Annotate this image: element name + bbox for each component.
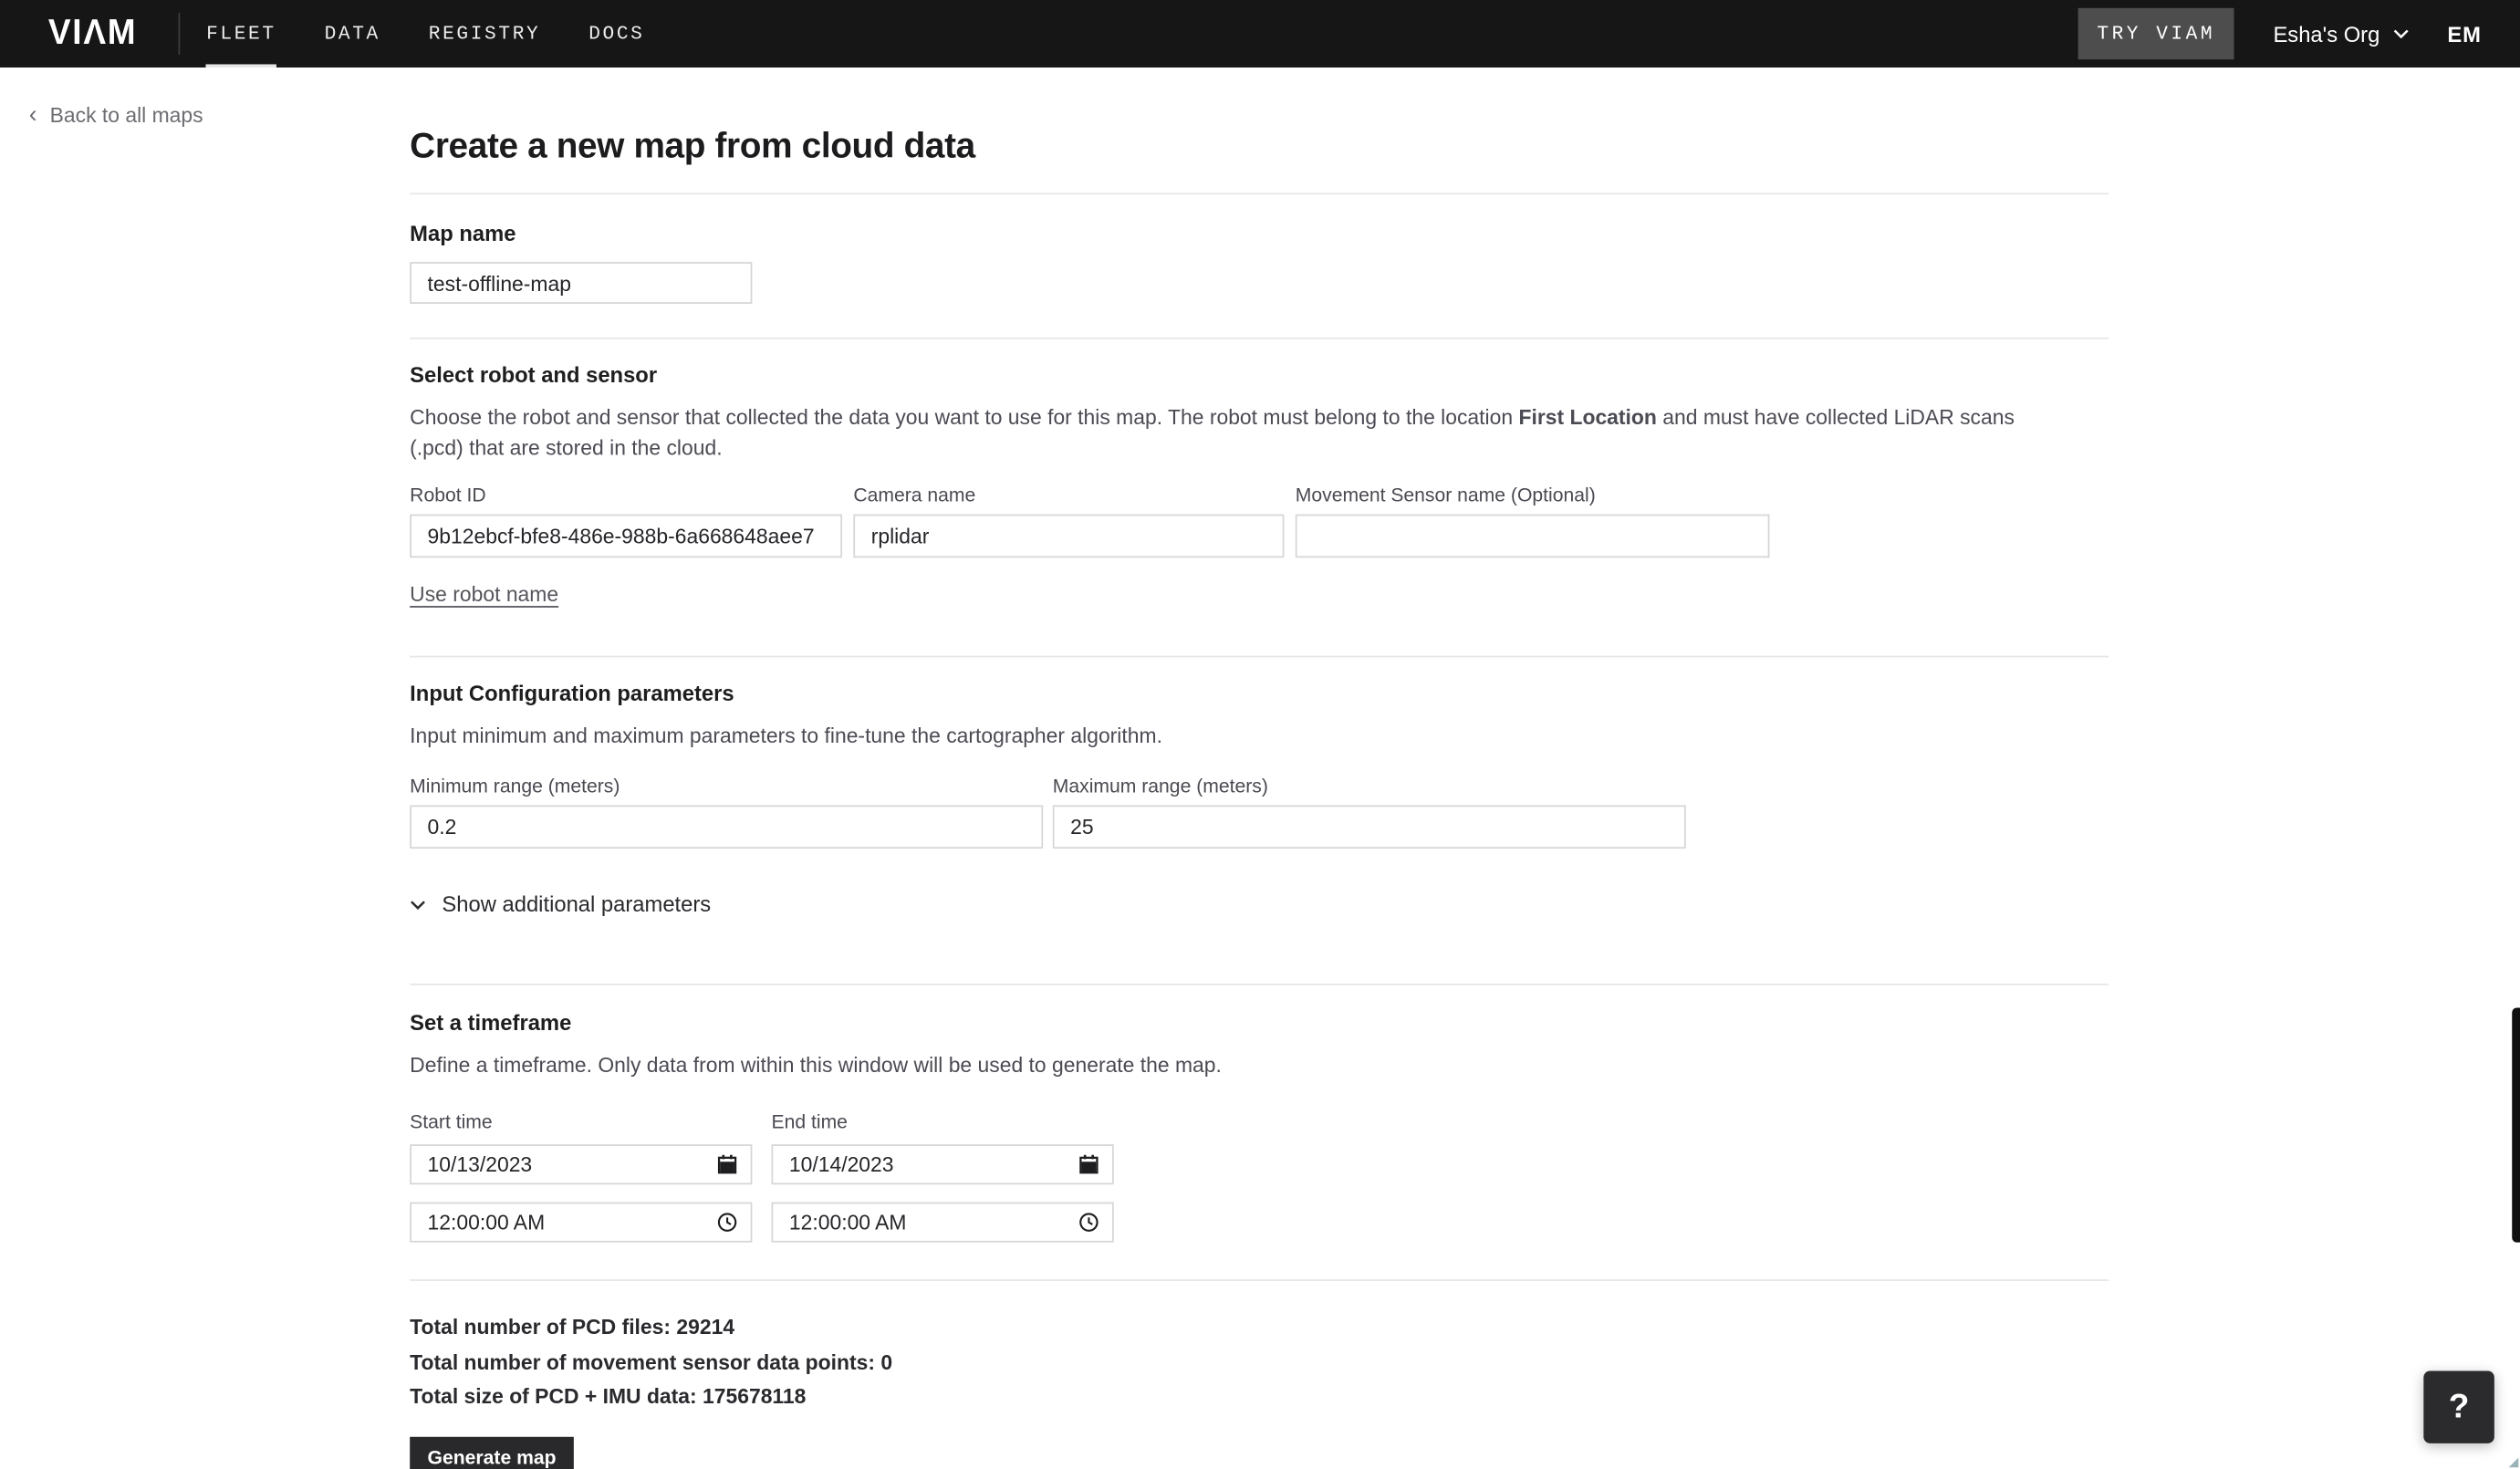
show-additional-label: Show additional parameters <box>442 891 712 917</box>
location-name: First Location <box>1518 404 1657 430</box>
movement-points-total: Total number of movement sensor data poi… <box>410 1349 893 1374</box>
start-date-value: 10/13/2023 <box>427 1151 533 1177</box>
page-title: Create a new map from cloud data <box>410 125 975 166</box>
start-time-value: 12:00:00 AM <box>427 1210 546 1235</box>
calendar-icon[interactable] <box>717 1154 738 1175</box>
max-range-field: Maximum range (meters) <box>1052 775 1686 849</box>
timeframe-section: Set a timeframe Define a timeframe. Only… <box>410 985 2109 1279</box>
max-range-label: Maximum range (meters) <box>1052 775 1268 797</box>
org-name: Esha's Org <box>2273 21 2380 47</box>
nav-items: FLEET DATA REGISTRY DOCS <box>206 16 644 68</box>
scrollbar-thumb[interactable] <box>2512 1007 2520 1243</box>
pcd-files-total: Total number of PCD files: 29214 <box>410 1314 735 1339</box>
user-avatar[interactable]: EM <box>2447 22 2481 46</box>
end-date-input[interactable]: 10/14/2023 <box>771 1144 1114 1185</box>
chevron-left-icon: ‹ <box>28 100 37 129</box>
camera-name-field: Camera name <box>853 484 1285 558</box>
try-viam-button[interactable]: TRY VIAM <box>2077 7 2235 60</box>
back-link-label: Back to all maps <box>49 102 203 128</box>
nav-tab-docs[interactable]: DOCS <box>588 16 644 52</box>
config-section-description: Input minimum and maximum parameters to … <box>410 723 1162 748</box>
movement-sensor-field: Movement Sensor name (Optional) <box>1295 484 1770 558</box>
back-to-maps-link[interactable]: ‹ Back to all maps <box>29 103 203 127</box>
max-range-input[interactable] <box>1052 805 1686 849</box>
min-range-field: Minimum range (meters) <box>410 775 1044 849</box>
nav-tab-registry[interactable]: REGISTRY <box>429 16 541 52</box>
robot-section-heading: Select robot and sensor <box>410 363 658 388</box>
min-range-label: Minimum range (meters) <box>410 775 620 797</box>
nav-tab-fleet[interactable]: FLEET <box>206 16 276 68</box>
map-name-input[interactable] <box>410 262 753 304</box>
robot-id-label: Robot ID <box>410 484 486 506</box>
clock-icon[interactable] <box>717 1212 738 1233</box>
end-date-value: 10/14/2023 <box>788 1151 894 1177</box>
time-inputs-row: 12:00:00 AM 12:00:00 AM <box>410 1202 2109 1243</box>
show-additional-params-toggle[interactable]: Show additional parameters <box>410 892 2109 916</box>
timeframe-heading: Set a timeframe <box>410 1010 572 1036</box>
description-text: Choose the robot and sensor that collect… <box>410 404 1519 430</box>
create-map-page: VIΛM FLEET DATA REGISTRY DOCS TRY VIAM E… <box>0 0 2520 1469</box>
date-inputs-row: 10/13/2023 10/14/2023 <box>410 1144 2109 1185</box>
robot-sensor-section: Select robot and sensor Choose the robot… <box>410 339 2109 656</box>
camera-name-label: Camera name <box>853 484 976 506</box>
viam-logo[interactable]: VIΛM <box>48 14 137 54</box>
chevron-down-icon <box>2393 29 2409 39</box>
timeframe-labels-row: Start time End time <box>410 1110 2109 1133</box>
timeframe-description: Define a timeframe. Only data from withi… <box>410 1052 1222 1078</box>
generate-map-button[interactable]: Generate map <box>410 1435 574 1469</box>
robot-fields-row: Robot ID Camera name Movement Sensor nam… <box>410 484 2109 558</box>
robot-id-input[interactable] <box>410 514 843 558</box>
movement-sensor-label: Movement Sensor name (Optional) <box>1295 484 1596 506</box>
main-content: Create a new map from cloud data Map nam… <box>410 125 2109 1469</box>
camera-name-input[interactable] <box>853 514 1285 558</box>
robot-section-description: Choose the robot and sensor that collect… <box>410 401 2065 463</box>
clock-icon[interactable] <box>1078 1212 1099 1233</box>
help-button[interactable]: ? <box>2423 1370 2494 1443</box>
range-fields-row: Minimum range (meters) Maximum range (me… <box>410 775 2109 849</box>
summary-section: Total number of PCD files: 29214 Total n… <box>410 1281 2109 1413</box>
nav-tab-data[interactable]: DATA <box>325 16 380 52</box>
top-navigation: VIΛM FLEET DATA REGISTRY DOCS TRY VIAM E… <box>0 0 2520 68</box>
map-name-label: Map name <box>410 222 516 246</box>
start-time-label: Start time <box>410 1110 493 1133</box>
movement-sensor-input[interactable] <box>1295 514 1770 558</box>
min-range-input[interactable] <box>410 805 1044 849</box>
start-time-input[interactable]: 12:00:00 AM <box>410 1202 753 1243</box>
chevron-down-icon <box>411 900 425 910</box>
map-name-section: Map name <box>410 194 2109 338</box>
start-date-input[interactable]: 10/13/2023 <box>410 1144 753 1185</box>
total-data-size: Total size of PCD + IMU data: 175678118 <box>410 1383 807 1409</box>
end-time-label: End time <box>771 1110 848 1133</box>
nav-right: TRY VIAM Esha's Org EM <box>2077 7 2494 60</box>
calendar-icon[interactable] <box>1078 1154 1099 1175</box>
resize-grip-icon <box>2508 1457 2519 1468</box>
use-robot-name-link[interactable]: Use robot name <box>410 582 558 606</box>
config-params-section: Input Configuration parameters Input min… <box>410 657 2109 984</box>
nav-divider <box>179 13 181 55</box>
config-section-heading: Input Configuration parameters <box>410 681 734 706</box>
org-switcher[interactable]: Esha's Org <box>2273 22 2409 46</box>
end-time-input[interactable]: 12:00:00 AM <box>771 1202 1114 1243</box>
end-time-value: 12:00:00 AM <box>788 1210 907 1235</box>
robot-id-field: Robot ID <box>410 484 843 558</box>
